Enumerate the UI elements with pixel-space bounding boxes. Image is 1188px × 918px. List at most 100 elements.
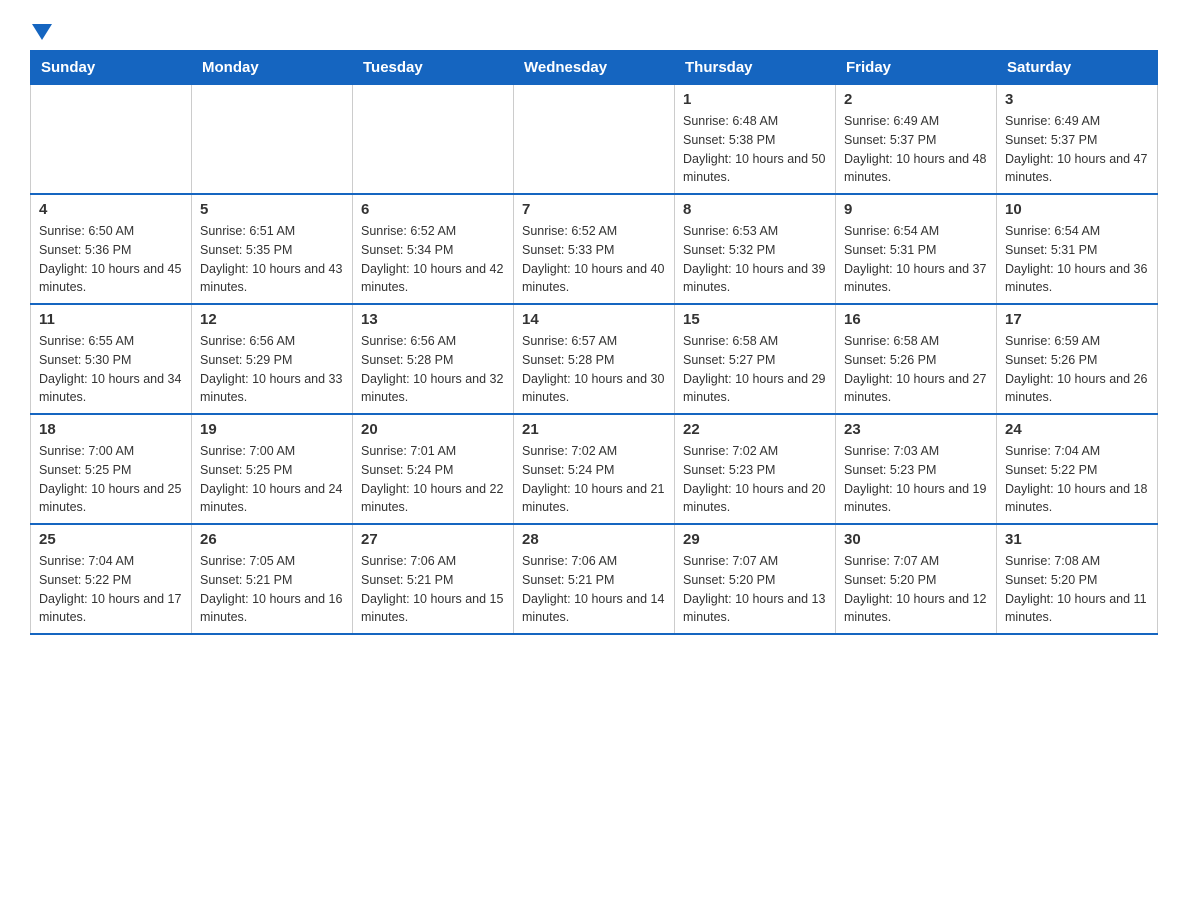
calendar-cell: 21 Sunrise: 7:02 AMSunset: 5:24 PMDayligh…	[514, 414, 675, 524]
calendar-cell: 19 Sunrise: 7:00 AMSunset: 5:25 PMDayligh…	[192, 414, 353, 524]
day-info: Sunrise: 7:06 AMSunset: 5:21 PMDaylight:…	[361, 552, 505, 627]
calendar-week-row: 18 Sunrise: 7:00 AMSunset: 5:25 PMDayligh…	[31, 414, 1158, 524]
day-number: 17	[1005, 311, 1149, 328]
calendar-cell: 6Sunrise: 6:52 AMSunset: 5:34 PMDaylight…	[353, 194, 514, 304]
calendar-cell	[192, 85, 353, 195]
calendar-cell: 22 Sunrise: 7:02 AMSunset: 5:23 PMDayligh…	[675, 414, 836, 524]
day-info: Sunrise: 7:03 AMSunset: 5:23 PMDaylight:…	[844, 442, 988, 517]
calendar-cell: 25 Sunrise: 7:04 AMSunset: 5:22 PMDayligh…	[31, 524, 192, 634]
day-info: Sunrise: 6:52 AMSunset: 5:34 PMDaylight:…	[361, 222, 505, 297]
day-number: 27	[361, 531, 505, 548]
day-info: Sunrise: 7:08 AMSunset: 5:20 PMDaylight:…	[1005, 552, 1149, 627]
calendar-cell: 3Sunrise: 6:49 AMSunset: 5:37 PMDaylight…	[997, 85, 1158, 195]
logo	[30, 20, 52, 40]
day-info: Sunrise: 6:48 AMSunset: 5:38 PMDaylight:…	[683, 112, 827, 187]
calendar-cell: 29 Sunrise: 7:07 AMSunset: 5:20 PMDayligh…	[675, 524, 836, 634]
page-header	[30, 20, 1158, 40]
day-number: 23	[844, 421, 988, 438]
day-number: 14	[522, 311, 666, 328]
day-info: Sunrise: 7:02 AMSunset: 5:23 PMDaylight:…	[683, 442, 827, 517]
day-number: 10	[1005, 201, 1149, 218]
calendar-cell: 13 Sunrise: 6:56 AMSunset: 5:28 PMDayligh…	[353, 304, 514, 414]
calendar-week-row: 11 Sunrise: 6:55 AMSunset: 5:30 PMDayligh…	[31, 304, 1158, 414]
calendar-cell: 14 Sunrise: 6:57 AMSunset: 5:28 PMDayligh…	[514, 304, 675, 414]
calendar-cell: 20Sunrise: 7:01 AMSunset: 5:24 PMDayligh…	[353, 414, 514, 524]
day-number: 13	[361, 311, 505, 328]
day-info: Sunrise: 6:56 AMSunset: 5:28 PMDaylight:…	[361, 332, 505, 407]
logo-triangle-icon	[32, 24, 52, 40]
weekday-header-tuesday: Tuesday	[353, 51, 514, 85]
day-number: 26	[200, 531, 344, 548]
day-number: 18	[39, 421, 183, 438]
day-info: Sunrise: 6:57 AMSunset: 5:28 PMDaylight:…	[522, 332, 666, 407]
calendar-week-row: 1 Sunrise: 6:48 AMSunset: 5:38 PMDaylight…	[31, 85, 1158, 195]
day-number: 19	[200, 421, 344, 438]
day-number: 21	[522, 421, 666, 438]
day-number: 8	[683, 201, 827, 218]
day-number: 22	[683, 421, 827, 438]
calendar-cell: 2Sunrise: 6:49 AMSunset: 5:37 PMDaylight…	[836, 85, 997, 195]
calendar-cell: 16Sunrise: 6:58 AMSunset: 5:26 PMDayligh…	[836, 304, 997, 414]
weekday-header-friday: Friday	[836, 51, 997, 85]
day-info: Sunrise: 7:07 AMSunset: 5:20 PMDaylight:…	[683, 552, 827, 627]
day-info: Sunrise: 6:59 AMSunset: 5:26 PMDaylight:…	[1005, 332, 1149, 407]
day-info: Sunrise: 7:02 AMSunset: 5:24 PMDaylight:…	[522, 442, 666, 517]
day-info: Sunrise: 6:54 AMSunset: 5:31 PMDaylight:…	[1005, 222, 1149, 297]
weekday-header-thursday: Thursday	[675, 51, 836, 85]
calendar-cell: 1 Sunrise: 6:48 AMSunset: 5:38 PMDaylight…	[675, 85, 836, 195]
day-number: 29	[683, 531, 827, 548]
day-info: Sunrise: 7:04 AMSunset: 5:22 PMDaylight:…	[1005, 442, 1149, 517]
calendar-cell: 30 Sunrise: 7:07 AMSunset: 5:20 PMDayligh…	[836, 524, 997, 634]
day-info: Sunrise: 6:55 AMSunset: 5:30 PMDaylight:…	[39, 332, 183, 407]
weekday-header-wednesday: Wednesday	[514, 51, 675, 85]
calendar-cell	[353, 85, 514, 195]
calendar-cell	[514, 85, 675, 195]
calendar-cell: 8 Sunrise: 6:53 AMSunset: 5:32 PMDaylight…	[675, 194, 836, 304]
calendar-cell	[31, 85, 192, 195]
weekday-header-saturday: Saturday	[997, 51, 1158, 85]
day-info: Sunrise: 6:58 AMSunset: 5:26 PMDaylight:…	[844, 332, 988, 407]
calendar-header-row: SundayMondayTuesdayWednesdayThursdayFrid…	[31, 51, 1158, 85]
day-info: Sunrise: 7:04 AMSunset: 5:22 PMDaylight:…	[39, 552, 183, 627]
day-number: 9	[844, 201, 988, 218]
day-info: Sunrise: 7:00 AMSunset: 5:25 PMDaylight:…	[200, 442, 344, 517]
weekday-header-sunday: Sunday	[31, 51, 192, 85]
calendar-cell: 7Sunrise: 6:52 AMSunset: 5:33 PMDaylight…	[514, 194, 675, 304]
day-number: 11	[39, 311, 183, 328]
weekday-header-monday: Monday	[192, 51, 353, 85]
day-info: Sunrise: 7:06 AMSunset: 5:21 PMDaylight:…	[522, 552, 666, 627]
calendar-cell: 9Sunrise: 6:54 AMSunset: 5:31 PMDaylight…	[836, 194, 997, 304]
calendar-week-row: 4 Sunrise: 6:50 AMSunset: 5:36 PMDaylight…	[31, 194, 1158, 304]
day-info: Sunrise: 6:56 AMSunset: 5:29 PMDaylight:…	[200, 332, 344, 407]
day-number: 25	[39, 531, 183, 548]
calendar-cell: 11 Sunrise: 6:55 AMSunset: 5:30 PMDayligh…	[31, 304, 192, 414]
day-number: 28	[522, 531, 666, 548]
day-info: Sunrise: 6:52 AMSunset: 5:33 PMDaylight:…	[522, 222, 666, 297]
day-number: 2	[844, 91, 988, 108]
day-info: Sunrise: 7:00 AMSunset: 5:25 PMDaylight:…	[39, 442, 183, 517]
calendar-cell: 28 Sunrise: 7:06 AMSunset: 5:21 PMDayligh…	[514, 524, 675, 634]
calendar-cell: 24 Sunrise: 7:04 AMSunset: 5:22 PMDayligh…	[997, 414, 1158, 524]
calendar-cell: 17 Sunrise: 6:59 AMSunset: 5:26 PMDayligh…	[997, 304, 1158, 414]
day-number: 1	[683, 91, 827, 108]
day-number: 30	[844, 531, 988, 548]
day-info: Sunrise: 7:07 AMSunset: 5:20 PMDaylight:…	[844, 552, 988, 627]
calendar-cell: 27 Sunrise: 7:06 AMSunset: 5:21 PMDayligh…	[353, 524, 514, 634]
calendar-cell: 26 Sunrise: 7:05 AMSunset: 5:21 PMDayligh…	[192, 524, 353, 634]
calendar-table: SundayMondayTuesdayWednesdayThursdayFrid…	[30, 50, 1158, 635]
calendar-cell: 4 Sunrise: 6:50 AMSunset: 5:36 PMDaylight…	[31, 194, 192, 304]
calendar-cell: 15Sunrise: 6:58 AMSunset: 5:27 PMDayligh…	[675, 304, 836, 414]
day-info: Sunrise: 6:50 AMSunset: 5:36 PMDaylight:…	[39, 222, 183, 297]
day-number: 12	[200, 311, 344, 328]
day-info: Sunrise: 7:05 AMSunset: 5:21 PMDaylight:…	[200, 552, 344, 627]
calendar-cell: 12 Sunrise: 6:56 AMSunset: 5:29 PMDayligh…	[192, 304, 353, 414]
day-info: Sunrise: 7:01 AMSunset: 5:24 PMDaylight:…	[361, 442, 505, 517]
day-info: Sunrise: 6:58 AMSunset: 5:27 PMDaylight:…	[683, 332, 827, 407]
calendar-cell: 5Sunrise: 6:51 AMSunset: 5:35 PMDaylight…	[192, 194, 353, 304]
day-number: 24	[1005, 421, 1149, 438]
day-number: 4	[39, 201, 183, 218]
calendar-week-row: 25 Sunrise: 7:04 AMSunset: 5:22 PMDayligh…	[31, 524, 1158, 634]
day-info: Sunrise: 6:53 AMSunset: 5:32 PMDaylight:…	[683, 222, 827, 297]
day-number: 3	[1005, 91, 1149, 108]
calendar-cell: 10 Sunrise: 6:54 AMSunset: 5:31 PMDayligh…	[997, 194, 1158, 304]
